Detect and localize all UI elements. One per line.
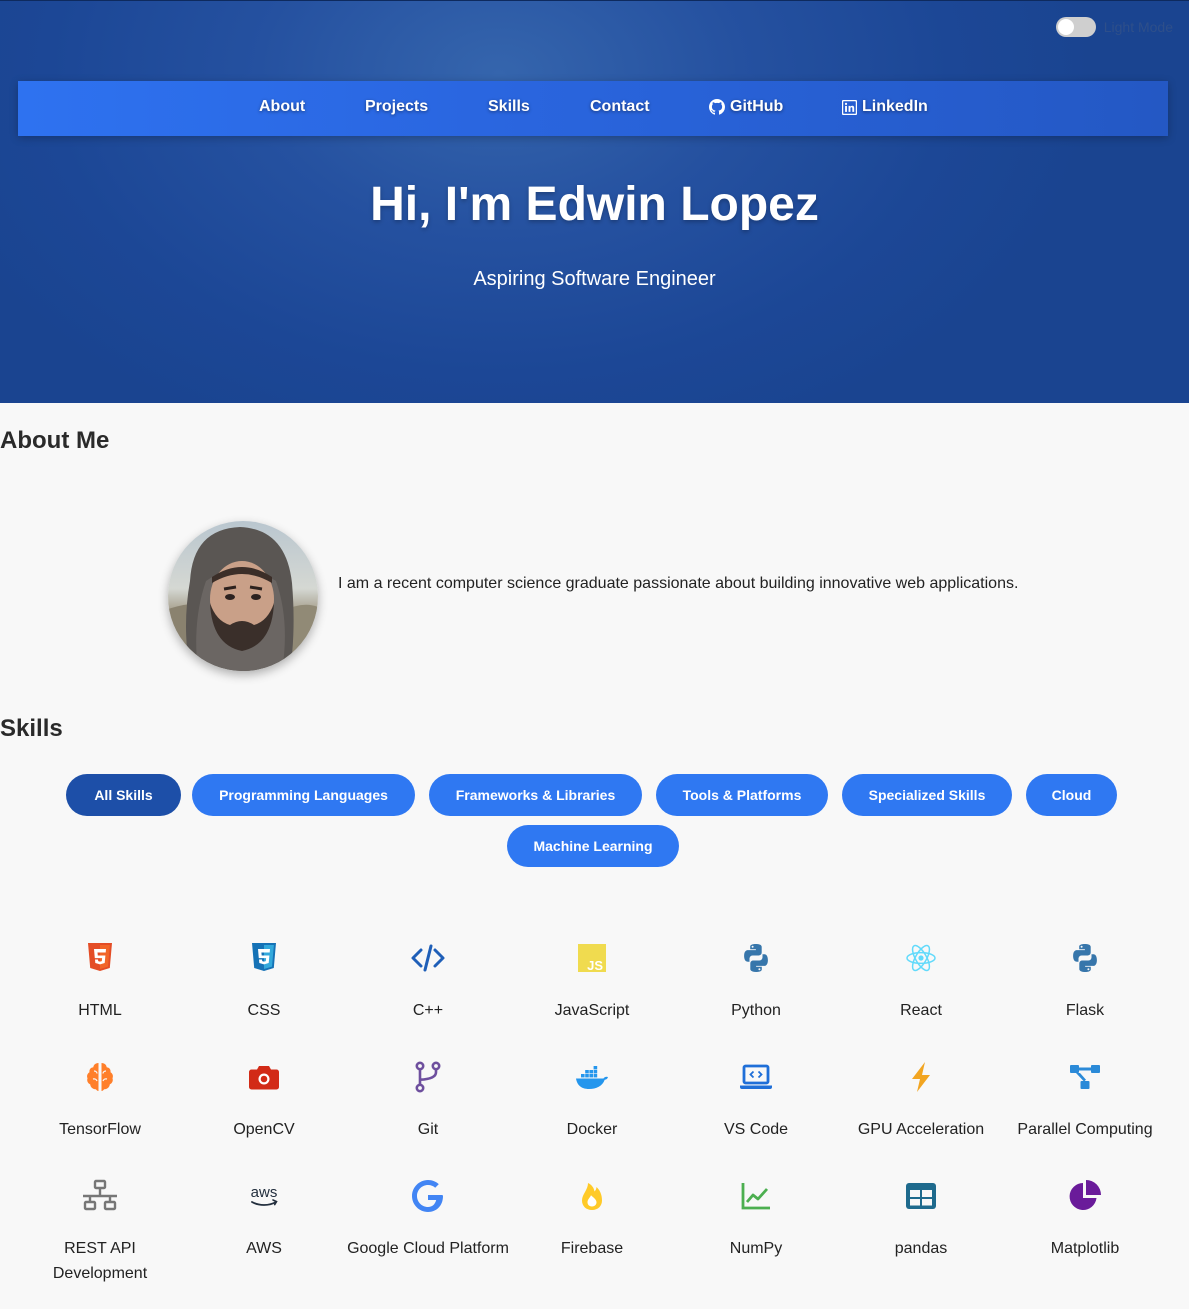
skill-item: Python: [674, 940, 838, 1019]
bolt-icon: [912, 1062, 930, 1092]
camera-icon: [249, 1066, 279, 1090]
skill-item: Parallel Computing: [1003, 1059, 1167, 1138]
skill-label: React: [900, 1002, 942, 1019]
about-text: I am a recent computer science graduate …: [338, 575, 1019, 592]
svg-text:aws: aws: [251, 1184, 278, 1201]
github-icon: [709, 99, 725, 115]
sitemap-icon: [83, 1179, 117, 1211]
nav-label: About: [259, 98, 306, 115]
html5-icon: [88, 943, 112, 971]
css3-icon: [252, 943, 276, 971]
javascript-icon: JS: [578, 944, 606, 973]
fire-icon: [582, 1183, 602, 1210]
toggle-knob: [1057, 19, 1074, 35]
skill-item: CSS: [182, 940, 346, 1019]
table-icon: [906, 1183, 936, 1209]
skill-label: REST API Development: [52, 1240, 148, 1282]
network-icon: [1070, 1065, 1100, 1089]
theme-toggle[interactable]: [1055, 17, 1096, 37]
skill-label: GPU Acceleration: [857, 1121, 985, 1138]
skill-item: Firebase: [510, 1178, 674, 1257]
theme-toggle-label: Light Mode: [1103, 19, 1173, 35]
skill-label: C++: [412, 1002, 444, 1019]
skill-label: Parallel Computing: [1017, 1121, 1153, 1138]
skill-label: AWS: [246, 1240, 282, 1257]
skill-item: Flask: [1003, 940, 1167, 1019]
skill-label: Firebase: [560, 1240, 624, 1257]
skill-item: Google Cloud Platform: [346, 1178, 510, 1257]
about-heading: About Me: [0, 427, 110, 454]
skill-label: JavaScript: [554, 1002, 630, 1019]
theme-toggle-wrapper: Light Mode: [1055, 17, 1173, 37]
nav-item-contact[interactable]: Contact: [590, 98, 650, 116]
hero-header: Light Mode About Projects Skills Contact…: [0, 0, 1189, 403]
aws-icon: aws: [251, 1184, 278, 1206]
nav-label: Skills: [488, 98, 530, 115]
skill-label: pandas: [894, 1240, 948, 1257]
skill-label: VS Code: [723, 1121, 789, 1138]
chart-pie-icon: [1069, 1180, 1101, 1210]
filter-frameworks-libraries[interactable]: Frameworks & Libraries: [429, 774, 642, 816]
skill-label: Flask: [1065, 1002, 1105, 1019]
nav-item-skills[interactable]: Skills: [488, 98, 530, 116]
filter-specialized-skills[interactable]: Specialized Skills: [842, 774, 1012, 816]
skill-item: Matplotlib: [1003, 1178, 1167, 1257]
skill-item: OpenCV: [182, 1059, 346, 1138]
main-nav: About Projects Skills Contact GitHub Lin…: [18, 81, 1168, 136]
filter-tools-platforms[interactable]: Tools & Platforms: [656, 774, 828, 816]
skill-item: REST API Development: [18, 1178, 182, 1282]
skill-item: JS JavaScript: [510, 940, 674, 1019]
skills-heading: Skills: [0, 715, 63, 742]
profile-photo: [168, 521, 318, 671]
nav-label: LinkedIn: [862, 98, 928, 115]
laptop-code-icon: [740, 1064, 772, 1089]
python-icon: [744, 944, 768, 972]
branch-icon: [415, 1061, 441, 1093]
skill-label: Google Cloud Platform: [347, 1240, 509, 1257]
skill-label: Matplotlib: [1050, 1240, 1120, 1257]
nav-item-about[interactable]: About: [259, 98, 305, 116]
linkedin-icon: [842, 99, 857, 115]
brain-icon: [87, 1063, 113, 1091]
nav-label: GitHub: [730, 98, 784, 115]
nav-item-linkedin[interactable]: LinkedIn: [842, 98, 928, 116]
skill-item: NumPy: [674, 1178, 838, 1257]
hero-subtitle: Aspiring Software Engineer: [473, 268, 716, 290]
nav-item-github[interactable]: GitHub: [709, 98, 783, 116]
filter-all-skills[interactable]: All Skills: [66, 774, 181, 816]
python-icon: [1073, 944, 1097, 972]
skill-item: pandas: [839, 1178, 1003, 1257]
svg-text:JS: JS: [587, 958, 603, 973]
skill-item: Git: [346, 1059, 510, 1138]
google-icon: [412, 1180, 443, 1212]
skill-item: VS Code: [674, 1059, 838, 1138]
skill-label: HTML: [78, 1002, 122, 1019]
skill-label: Python: [731, 1002, 781, 1019]
skill-item: TensorFlow: [18, 1059, 182, 1138]
nav-item-projects[interactable]: Projects: [365, 98, 428, 116]
skill-label: TensorFlow: [59, 1121, 141, 1138]
docker-icon: [576, 1066, 608, 1089]
filter-programming-languages[interactable]: Programming Languages: [192, 774, 415, 816]
skill-label: Docker: [566, 1121, 618, 1138]
filter-machine-learning[interactable]: Machine Learning: [507, 825, 679, 867]
skill-label: OpenCV: [233, 1121, 295, 1138]
skill-item: GPU Acceleration: [839, 1059, 1003, 1138]
skill-label: NumPy: [729, 1240, 783, 1257]
nav-label: Contact: [590, 98, 650, 115]
chart-line-icon: [741, 1183, 770, 1210]
skill-item: C++: [346, 940, 510, 1019]
skill-item: Docker: [510, 1059, 674, 1138]
hero-title: Hi, I'm Edwin Lopez: [370, 178, 819, 231]
skill-label: Git: [417, 1121, 439, 1138]
react-icon: [906, 944, 936, 972]
nav-label: Projects: [365, 98, 429, 115]
skill-item: HTML: [18, 940, 182, 1019]
skill-item: aws AWS: [182, 1178, 346, 1257]
skill-label: CSS: [247, 1002, 281, 1019]
code-icon: [411, 944, 445, 972]
filter-cloud[interactable]: Cloud: [1026, 774, 1117, 816]
skill-item: React: [839, 940, 1003, 1019]
